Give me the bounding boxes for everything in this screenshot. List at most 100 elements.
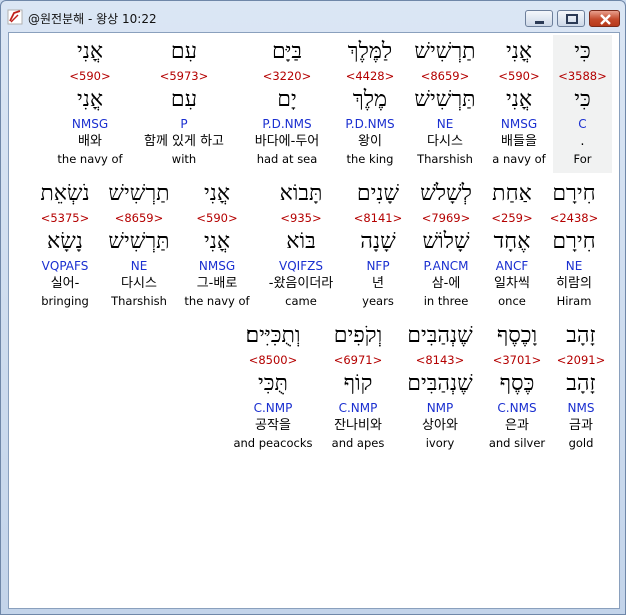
title-bar[interactable]: @원전분해 - 왕상 10:22 bbox=[1, 1, 625, 35]
morphology-code: VQPAFS bbox=[41, 259, 89, 273]
app-icon[interactable] bbox=[7, 9, 23, 25]
korean-gloss: 히람의 bbox=[556, 276, 592, 291]
hebrew-word: לַמֶּלֶךְ bbox=[347, 39, 393, 64]
word-cell[interactable]: תַרְשִׁישׁ <8659> תַּרְשִׁישׁ NE 다시스 Tha… bbox=[103, 177, 175, 313]
english-gloss: and silver bbox=[488, 436, 546, 450]
hebrew-word: כִּי bbox=[574, 39, 591, 64]
strong-number[interactable]: <590> bbox=[55, 68, 125, 84]
strong-number[interactable]: <3220> bbox=[245, 68, 329, 84]
word-cell[interactable]: לְשָׁלֹשׁ <7969> שָׁלוֹשׁ P.ANCM 삼-에 in … bbox=[414, 177, 478, 313]
english-gloss: and apes bbox=[331, 436, 385, 450]
morphology-code: NMSG bbox=[71, 117, 109, 131]
hebrew-word: תָּבוֹא bbox=[279, 181, 323, 206]
hebrew-word: אֳנִי bbox=[505, 39, 533, 64]
english-gloss: Tharshish bbox=[417, 152, 473, 166]
morphology-code: NE bbox=[436, 117, 454, 131]
app-window: @원전분해 - 왕상 10:22 כִּי <3588> כִּי C . Fo… bbox=[0, 0, 626, 615]
word-cell[interactable]: וְקֹפִים <6971> קוֹף C.NMP 잔나비와 and apes bbox=[322, 319, 394, 455]
hebrew-lemma: שֶׁנְהַבִּים bbox=[407, 371, 473, 396]
hebrew-lemma: תֻּכִּי bbox=[258, 371, 288, 396]
morphology-code: P.ANCM bbox=[423, 259, 469, 273]
morphology-code: NE bbox=[130, 259, 148, 273]
korean-gloss: 실어- bbox=[50, 276, 80, 291]
hebrew-lemma: כִּי bbox=[574, 87, 591, 112]
morphology-code: NMSG bbox=[198, 259, 236, 273]
english-gloss: the king bbox=[346, 152, 394, 166]
word-cell[interactable]: אַחַת <259> אֶחָד ANCF 일차씩 once bbox=[484, 177, 540, 313]
english-gloss: in three bbox=[423, 294, 469, 308]
strong-number[interactable]: <935> bbox=[261, 210, 341, 226]
strong-number[interactable]: <5375> bbox=[33, 210, 97, 226]
strong-number[interactable]: <7969> bbox=[414, 210, 478, 226]
morphology-code: NFP bbox=[366, 259, 390, 273]
word-cell[interactable]: אֳנִי <590> אֳנִי NMSG 배들을 a navy of bbox=[489, 35, 549, 171]
word-cell[interactable]: וְתֻכִּיִּים׃ <8500> תֻּכִּי C.NMP 공작을 a… bbox=[229, 319, 317, 455]
strong-number[interactable]: <259> bbox=[484, 210, 540, 226]
hebrew-lemma: אֳנִי bbox=[505, 87, 533, 112]
english-gloss: had at sea bbox=[256, 152, 318, 166]
english-gloss: Tharshish bbox=[111, 294, 167, 308]
strong-number[interactable]: <5973> bbox=[133, 68, 235, 84]
hebrew-word: נֹשְׂאֵת bbox=[40, 181, 90, 206]
strong-number[interactable]: <2091> bbox=[552, 352, 610, 368]
close-button[interactable] bbox=[589, 10, 620, 27]
strong-number[interactable]: <8143> bbox=[399, 352, 481, 368]
hebrew-word: וְקֹפִים bbox=[333, 323, 383, 348]
hebrew-word: תַרְשִׁישׁ bbox=[108, 181, 170, 206]
strong-number[interactable]: <4428> bbox=[336, 68, 404, 84]
word-cell[interactable]: בַּיָּם <3220> יָם P.D.NMS 바다에-두어 had at… bbox=[245, 35, 329, 171]
word-cell[interactable]: זָהָב <2091> זָהָב NMS 금과 gold bbox=[552, 319, 610, 455]
morphology-code: P bbox=[180, 117, 188, 131]
morphology-code: C bbox=[578, 117, 587, 131]
word-cell[interactable]: אֳנִי <590> אֳנִי NMSG 그-배로 the navy of bbox=[181, 177, 253, 313]
strong-number[interactable]: <3701> bbox=[485, 352, 549, 368]
hebrew-lemma: חִירָם bbox=[552, 229, 596, 254]
strong-number[interactable]: <8141> bbox=[346, 210, 410, 226]
english-gloss: a navy of bbox=[492, 152, 546, 166]
word-cell[interactable]: לַמֶּלֶךְ <4428> מֶלֶךְ P.D.NMS 왕이 the k… bbox=[336, 35, 404, 171]
strong-number[interactable]: <8659> bbox=[103, 210, 175, 226]
strong-number[interactable]: <8659> bbox=[410, 68, 480, 84]
strong-number[interactable]: <590> bbox=[181, 210, 253, 226]
hebrew-word: וָכֶסֶף bbox=[496, 323, 538, 348]
window-title: @원전분해 - 왕상 10:22 bbox=[28, 12, 157, 26]
hebrew-lemma: כֶּסֶף bbox=[499, 371, 535, 396]
word-cell[interactable]: שֶׁנְהַבִּים <8143> שֶׁנְהַבִּים NMP 상아와… bbox=[399, 319, 481, 455]
hebrew-word: שָׁנִים bbox=[356, 181, 400, 206]
korean-gloss: 바다에-두어 bbox=[254, 134, 320, 149]
close-icon bbox=[600, 14, 611, 25]
korean-gloss: 배들을 bbox=[501, 134, 537, 149]
strong-number[interactable]: <8500> bbox=[229, 352, 317, 368]
strong-number[interactable]: <3588> bbox=[553, 68, 612, 84]
hebrew-word: בַּיָּם bbox=[271, 39, 303, 64]
word-cell[interactable]: שָׁנִים <8141> שָׁנָה NFP 년 years bbox=[346, 177, 410, 313]
strong-number[interactable]: <2438> bbox=[544, 210, 604, 226]
morphology-code: P.D.NMS bbox=[262, 117, 312, 131]
word-cell[interactable]: נֹשְׂאֵת <5375> נָשָׂא VQPAFS 실어- bringi… bbox=[33, 177, 97, 313]
hebrew-word: חִירָם bbox=[552, 181, 596, 206]
korean-gloss: 왕이 bbox=[358, 134, 382, 149]
hebrew-word: זָהָב bbox=[566, 323, 596, 348]
strong-number[interactable]: <6971> bbox=[322, 352, 394, 368]
hebrew-lemma: עִם bbox=[170, 87, 198, 112]
korean-gloss: . bbox=[580, 134, 585, 149]
maximize-icon bbox=[566, 14, 578, 24]
hebrew-lemma: אֳנִי bbox=[203, 229, 231, 254]
morphology-code: C.NMP bbox=[253, 401, 293, 415]
word-cell[interactable]: וָכֶסֶף <3701> כֶּסֶף C.NMS 은과 and silve… bbox=[485, 319, 549, 455]
word-cell[interactable]: חִירָם <2438> חִירָם NE 히람의 Hiram bbox=[544, 177, 604, 313]
english-gloss: Hiram bbox=[556, 294, 592, 308]
word-cell[interactable]: כִּי <3588> כִּי C . For bbox=[553, 35, 612, 171]
word-cell[interactable]: אֳנִי <590> אֳנִי NMSG 배와 the navy of bbox=[55, 35, 125, 171]
minimize-button[interactable] bbox=[525, 10, 553, 27]
hebrew-word: עִם bbox=[170, 39, 198, 64]
hebrew-lemma: אֶחָד bbox=[493, 229, 531, 254]
word-cell[interactable]: עִם <5973> עִם P 함께 있게 하고 with bbox=[133, 35, 235, 171]
english-gloss: came bbox=[285, 294, 317, 308]
maximize-button[interactable] bbox=[557, 10, 585, 27]
word-cell[interactable]: תָּבוֹא <935> בּוֹא VQIFZS -왔음이더라 came bbox=[261, 177, 341, 313]
word-cell[interactable]: תַרְשִׁישׁ <8659> תַּרְשִׁישׁ NE 다시스 Tha… bbox=[410, 35, 480, 171]
morphology-code: C.NMP bbox=[338, 401, 378, 415]
strong-number[interactable]: <590> bbox=[489, 68, 549, 84]
korean-gloss: 일차씩 bbox=[494, 276, 530, 291]
